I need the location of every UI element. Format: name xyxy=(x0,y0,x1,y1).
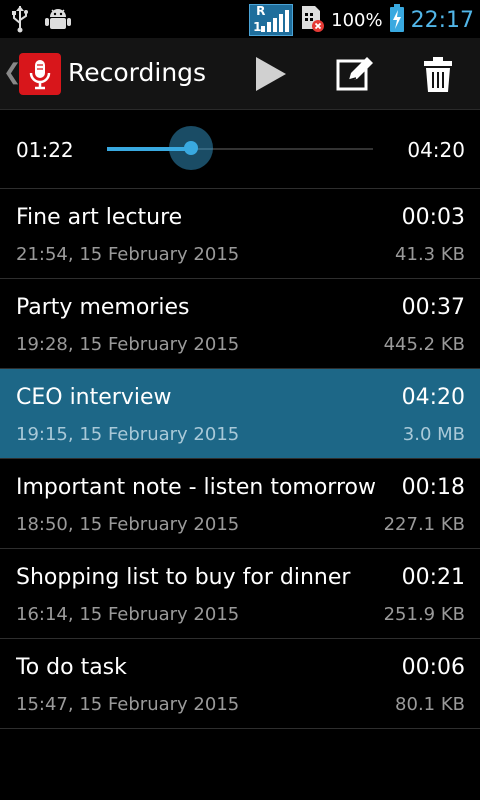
recording-name: Fine art lecture xyxy=(16,205,183,230)
recording-duration: 00:18 xyxy=(401,475,465,500)
recording-size: 251.9 KB xyxy=(383,604,465,625)
recording-list-item[interactable]: To do task 00:06 15:47, 15 February 2015 80… xyxy=(0,639,480,729)
recording-list-item[interactable]: Important note - listen tomorrow 00:18 18:… xyxy=(0,459,480,549)
microphone-app-icon[interactable] xyxy=(19,53,61,95)
edit-icon xyxy=(336,57,373,91)
no-sim-icon xyxy=(299,3,325,37)
battery-percent: 100% xyxy=(331,9,383,31)
recording-duration: 00:03 xyxy=(401,205,465,230)
status-bar: R 1 100% 22:17 xyxy=(0,0,480,38)
recording-date: 21:54, 15 February 2015 xyxy=(16,244,240,265)
recording-size: 3.0 MB xyxy=(402,424,465,445)
edit-button[interactable] xyxy=(333,52,377,96)
signal-strength-icon: R 1 xyxy=(249,4,294,36)
recording-duration: 04:20 xyxy=(401,385,465,410)
recording-duration: 00:37 xyxy=(401,295,465,320)
trash-icon xyxy=(424,57,452,92)
seek-bar[interactable] xyxy=(107,126,373,170)
recording-list-item[interactable]: Shopping list to buy for dinner 00:21 16:1… xyxy=(0,549,480,639)
recording-name: CEO interview xyxy=(16,385,172,410)
android-debug-icon xyxy=(44,5,72,37)
recording-date: 18:50, 15 February 2015 xyxy=(16,514,240,535)
recording-size: 445.2 KB xyxy=(383,334,465,355)
page-title: Recordings xyxy=(68,58,207,87)
recording-size: 41.3 KB xyxy=(395,244,465,265)
recording-list-item[interactable]: Fine art lecture 00:03 21:54, 15 February … xyxy=(0,189,480,279)
recording-duration: 00:21 xyxy=(401,565,465,590)
total-time: 04:20 xyxy=(407,138,465,162)
recording-name: Important note - listen tomorrow xyxy=(16,475,376,500)
recording-name: To do task xyxy=(16,655,127,680)
recording-date: 19:15, 15 February 2015 xyxy=(16,424,240,445)
recording-date: 16:14, 15 February 2015 xyxy=(16,604,240,625)
recording-list-item[interactable]: Party memories 00:37 19:28, 15 February 20… xyxy=(0,279,480,369)
recording-list-item[interactable]: CEO interview 04:20 19:15, 15 February 201… xyxy=(0,369,480,459)
delete-button[interactable] xyxy=(416,52,460,96)
seek-bar-thumb[interactable] xyxy=(168,126,213,170)
play-button[interactable] xyxy=(249,52,293,96)
recording-date: 15:47, 15 February 2015 xyxy=(16,694,240,715)
recording-size: 80.1 KB xyxy=(395,694,465,715)
elapsed-time: 01:22 xyxy=(16,138,74,162)
recording-name: Shopping list to buy for dinner xyxy=(16,565,351,590)
recording-date: 19:28, 15 February 2015 xyxy=(16,334,240,355)
battery-charging-icon xyxy=(389,3,405,37)
recordings-list: Fine art lecture 00:03 21:54, 15 February … xyxy=(0,189,480,729)
usb-icon xyxy=(10,5,30,37)
recording-duration: 00:06 xyxy=(401,655,465,680)
recording-name: Party memories xyxy=(16,295,190,320)
playback-panel: 01:22 04:20 xyxy=(0,110,480,189)
action-bar: ❮ Recordings xyxy=(0,38,480,110)
recording-size: 227.1 KB xyxy=(383,514,465,535)
clock: 22:17 xyxy=(410,7,474,33)
play-icon xyxy=(256,57,286,91)
